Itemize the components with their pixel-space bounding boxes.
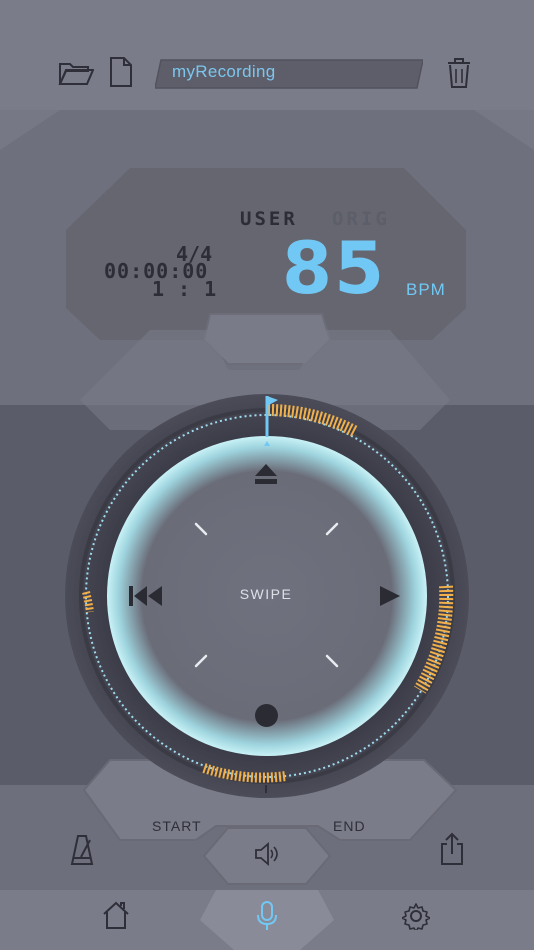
- play-icon[interactable]: [378, 584, 402, 608]
- skip-back-icon[interactable]: [128, 584, 164, 608]
- bpm-unit: BPM: [406, 280, 446, 299]
- eject-icon[interactable]: [253, 462, 279, 486]
- share-icon[interactable]: [439, 832, 465, 866]
- bpm-value[interactable]: 85: [282, 232, 386, 304]
- track-name: myRecording: [172, 62, 276, 81]
- speaker-icon[interactable]: [254, 842, 280, 866]
- microphone-icon[interactable]: [256, 900, 278, 932]
- metronome-icon[interactable]: [70, 834, 94, 866]
- trash-icon[interactable]: [446, 56, 472, 90]
- new-file-icon[interactable]: [109, 56, 133, 88]
- start-button[interactable]: START: [152, 818, 202, 834]
- swipe-label: SWIPE: [239, 586, 293, 602]
- gear-icon[interactable]: [402, 902, 430, 930]
- end-button[interactable]: END: [333, 818, 366, 834]
- home-icon[interactable]: [102, 900, 130, 930]
- folder-open-icon[interactable]: [58, 58, 94, 88]
- record-icon[interactable]: [254, 703, 279, 728]
- app-screen: myRecording USER ORIG 4/4 00:00:00 1:1 8…: [0, 0, 534, 950]
- bar-beat-position: 1:1: [152, 277, 231, 301]
